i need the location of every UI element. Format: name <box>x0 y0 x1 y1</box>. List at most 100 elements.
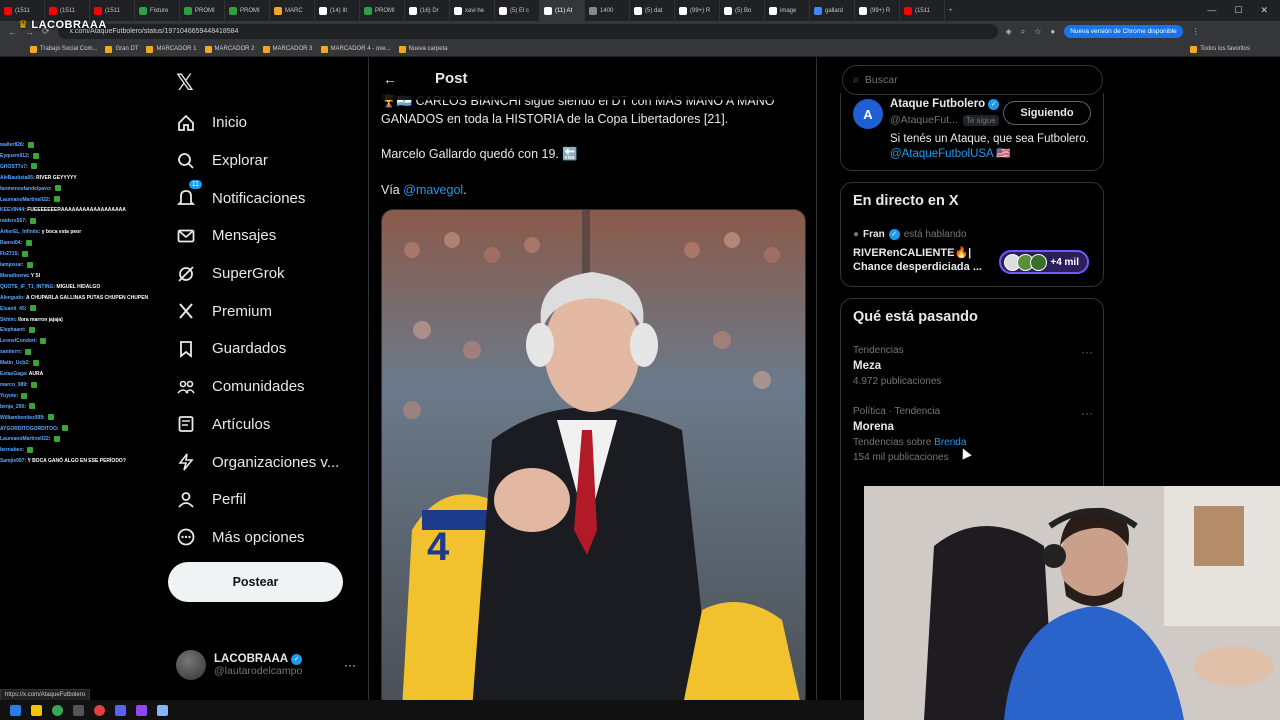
app-icon[interactable] <box>73 704 84 716</box>
chat-message: Alengudo: A CHUPARLA GALLINAS PUTAS CHUP… <box>0 294 149 301</box>
sidebar-item-premium[interactable]: Premium <box>176 292 339 330</box>
chrome-update-button[interactable]: Nueva versión de Chrome disponible <box>1064 25 1183 38</box>
space-title[interactable]: RIVERenCALIENTE🔥| Chance desperdiciada .… <box>853 246 1003 274</box>
tab-label: (1511 <box>15 7 30 14</box>
account-avatar[interactable]: A <box>853 99 883 129</box>
browser-tab[interactable]: (1511 <box>900 0 945 21</box>
sidebar-item-notificaciones[interactable]: 11 Notificaciones <box>176 179 339 217</box>
sidebar-item-organizaciones-v[interactable]: Organizaciones v... <box>176 443 339 481</box>
bookmark-item[interactable]: Trabajo Social Com... <box>30 45 97 53</box>
back-nav-icon[interactable]: ← <box>8 27 17 37</box>
browser-tab[interactable]: (11) At <box>540 0 585 21</box>
sidebar-item-comunidades[interactable]: Comunidades <box>176 368 339 406</box>
trend-item[interactable]: Tendencias Meza 4.972 publicaciones ··· <box>853 345 1093 387</box>
following-button[interactable]: Siguiendo <box>1003 101 1091 125</box>
sidebar-item-guardados[interactable]: Guardados <box>176 330 339 368</box>
url-field[interactable]: x.com/AtaqueFutbolero/status/19710466594… <box>57 24 998 39</box>
tab-label: 1400 <box>600 7 614 14</box>
post-button[interactable]: Postear <box>168 562 343 602</box>
trend-link[interactable]: Brenda <box>934 437 966 448</box>
windows-start-icon[interactable] <box>10 704 21 716</box>
bookmark-item[interactable]: MARCADOR 3 <box>262 45 313 53</box>
tab-favicon-icon <box>859 6 867 15</box>
browser-tab[interactable]: xavi he <box>450 0 495 21</box>
bookmark-item[interactable]: MARCADOR 4 - ove... <box>320 45 391 53</box>
chat-text: A CHUPARLA GALLINAS PUTAS CHUPEN CHUPEN <box>25 294 149 301</box>
discord-icon[interactable] <box>115 704 126 716</box>
browser-tab[interactable]: (99+) R <box>855 0 900 21</box>
browser-tab[interactable]: (5) Bo <box>720 0 765 21</box>
post-paragraph: Marcelo Gallardo quedó con 19. 🔚 <box>381 147 578 161</box>
more-dots-icon[interactable]: ··· <box>1081 345 1093 359</box>
browser-tab[interactable]: (5) dat <box>630 0 675 21</box>
x-logo-icon[interactable]: 𝕏 <box>176 70 194 96</box>
browser-tab[interactable]: PROMI <box>360 0 405 21</box>
browser-tab[interactable]: (16) Dr <box>405 0 450 21</box>
sidebar-item-explorar[interactable]: Explorar <box>176 142 339 180</box>
account-card: A Ataque Futbolero ✓ @AtaqueFut... Te sigu… <box>840 93 1104 171</box>
close-window-icon[interactable]: ✕ <box>1260 5 1268 16</box>
zoom-icon[interactable]: ⌕ <box>1021 27 1025 37</box>
sidebar-item-artículos[interactable]: Artículos <box>176 406 339 444</box>
communities-icon <box>176 377 196 397</box>
sidebar-item-mensajes[interactable]: Mensajes <box>176 217 339 255</box>
chat-username: QUOTE_IF_T1_INTING <box>0 283 54 290</box>
browser-tab[interactable]: (5) El c <box>495 0 540 21</box>
more-dots-icon[interactable]: ··· <box>1081 406 1093 420</box>
streaming-app-icon[interactable] <box>136 704 147 716</box>
chrome-icon[interactable] <box>52 704 63 716</box>
tab-favicon-icon <box>904 6 912 15</box>
bookmark-item[interactable]: Nueva carpeta <box>398 45 448 53</box>
more-dots-icon[interactable]: ··· <box>344 658 356 672</box>
post-image[interactable]: 4 <box>381 209 806 707</box>
browser-tab[interactable]: PROMI <box>225 0 270 21</box>
sidebar-item-inicio[interactable]: Inicio <box>176 104 339 142</box>
account-name[interactable]: Ataque Futbolero ✓ <box>890 98 1000 110</box>
obs-icon[interactable] <box>94 704 105 716</box>
verified-icon: ✓ <box>291 653 303 665</box>
tab-favicon-icon <box>184 6 192 15</box>
star-icon[interactable]: ☆ <box>1034 27 1041 36</box>
tab-favicon-icon <box>319 6 327 15</box>
extension-icon[interactable]: ◈ <box>1006 27 1012 36</box>
all-bookmarks[interactable]: Todos los favoritos <box>1190 45 1250 53</box>
trend-item[interactable]: Política · Tendencia Morena Tendencias s… <box>853 406 1093 463</box>
minimize-icon[interactable]: — <box>1207 5 1216 16</box>
bookmark-icon <box>146 45 154 53</box>
browser-tab[interactable]: (14) Ilt <box>315 0 360 21</box>
sidebar-item-perfil[interactable]: Perfil <box>176 481 339 519</box>
file-explorer-icon[interactable] <box>31 704 42 716</box>
bookmark-item[interactable]: MARCADOR 1 <box>146 45 197 53</box>
browser-tab[interactable]: image <box>765 0 810 21</box>
bio-link[interactable]: @AtaqueFutbolUSA 🇺🇸 <box>890 148 1011 160</box>
verified-icon: ✓ <box>988 98 1000 110</box>
browser-tab[interactable]: Fixture <box>135 0 180 21</box>
browser-tab[interactable]: PROMI <box>180 0 225 21</box>
bookmark-item[interactable]: MARCADOR 2 <box>204 45 255 53</box>
sidebar-item-supergrok[interactable]: SuperGrok <box>176 255 339 293</box>
sidebar-item-más-opciones[interactable]: Más opciones <box>176 519 339 557</box>
tab-favicon-icon <box>544 6 552 15</box>
account-switcher[interactable]: LACOBRAAA ✓ @lautarodelcampo ··· <box>176 650 356 680</box>
new-tab-icon[interactable]: + <box>945 0 961 21</box>
profile-icon[interactable]: ● <box>1050 27 1055 36</box>
emote-icon <box>28 327 35 334</box>
notes-icon[interactable] <box>157 704 168 716</box>
search-input[interactable]: ⌕ Buscar <box>842 65 1103 95</box>
menu-dots-icon[interactable]: ⋮ <box>1192 27 1200 36</box>
maximize-icon[interactable]: ☐ <box>1234 5 1242 16</box>
sidebar-item-label: Premium <box>212 302 273 320</box>
bookmark-item[interactable]: Gran DT <box>105 45 138 53</box>
chat-message: QUOTE_IF_T1_INTING: MIGUEL HIDALGO <box>0 283 101 290</box>
browser-tab[interactable]: gallard <box>810 0 855 21</box>
browser-tab[interactable]: 1400 <box>585 0 630 21</box>
mention-link[interactable]: @mavegol <box>403 183 463 197</box>
browser-tab[interactable]: MARC <box>270 0 315 21</box>
chat-username: AleBautista05 <box>0 174 34 181</box>
back-arrow-icon[interactable]: ← <box>383 71 397 87</box>
tab-favicon-icon <box>769 6 777 15</box>
chat-message: marco_989: <box>0 380 150 391</box>
account-handle: @AtaqueFut... Te sigue <box>890 114 999 126</box>
browser-tab[interactable]: (99+) R <box>675 0 720 21</box>
listeners-pill[interactable]: +4 mil <box>999 250 1089 274</box>
